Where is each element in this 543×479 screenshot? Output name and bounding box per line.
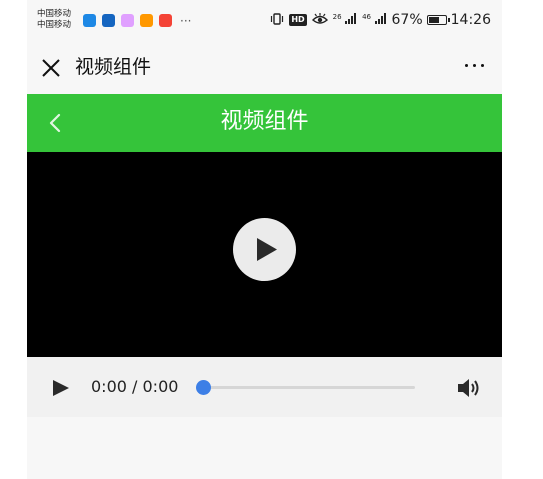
dot bbox=[481, 64, 484, 67]
battery-fill bbox=[428, 17, 439, 23]
network-2-label: 46 bbox=[362, 13, 372, 21]
battery-icon bbox=[426, 15, 450, 25]
nav-title: 视频组件 bbox=[75, 56, 152, 78]
carrier-info: 中国移动 中国移动 bbox=[37, 9, 71, 31]
more-notifications-indicator: ··· bbox=[180, 13, 192, 28]
signal-1-icon: 26 bbox=[333, 13, 357, 27]
battery-tip bbox=[447, 18, 450, 22]
clock: 14:26 bbox=[450, 12, 491, 28]
notification-icons: ··· bbox=[83, 14, 191, 27]
play-toggle-icon[interactable] bbox=[52, 379, 70, 397]
play-icon bbox=[257, 238, 277, 261]
seek-bar[interactable] bbox=[196, 380, 415, 395]
eye-icon bbox=[311, 12, 328, 28]
video-controls: 0:00 / 0:00 bbox=[27, 357, 502, 417]
system-indicators: HD 26 46 67% 14:26 bbox=[270, 12, 491, 28]
mini-program-nav-bar: 视频组件 bbox=[27, 42, 502, 94]
page-title: 视频组件 bbox=[220, 109, 309, 134]
page-header: 视频组件 bbox=[27, 94, 502, 152]
vibrate-icon bbox=[270, 12, 284, 28]
message-app-icon bbox=[83, 14, 96, 27]
center-play-button[interactable] bbox=[233, 218, 296, 281]
seek-thumb[interactable] bbox=[196, 380, 211, 395]
photos-app-icon bbox=[121, 14, 134, 27]
network-1-label: 26 bbox=[332, 13, 342, 21]
battery-percent: 67% bbox=[391, 12, 423, 28]
dot bbox=[465, 64, 468, 67]
video-player[interactable] bbox=[27, 152, 502, 357]
page-body bbox=[27, 417, 502, 479]
location-app-icon bbox=[140, 14, 153, 27]
time-display: 0:00 / 0:00 bbox=[91, 377, 179, 396]
browser-app-icon bbox=[102, 14, 115, 27]
more-options-icon[interactable] bbox=[460, 64, 484, 67]
carrier-line-2: 中国移动 bbox=[37, 20, 72, 30]
volume-icon[interactable] bbox=[457, 377, 483, 399]
dot bbox=[473, 64, 476, 67]
close-icon[interactable] bbox=[39, 56, 63, 80]
carrier-line-1: 中国移动 bbox=[37, 9, 72, 19]
flame-app-icon bbox=[159, 14, 172, 27]
status-bar: 中国移动 中国移动 ··· HD 26 46 67% 14:26 bbox=[27, 0, 502, 42]
signal-2-icon: 46 bbox=[362, 13, 386, 27]
hd-badge: HD bbox=[289, 14, 307, 26]
phone-screen: 中国移动 中国移动 ··· HD 26 46 67% 14:26 视频组件 视频… bbox=[27, 0, 502, 479]
